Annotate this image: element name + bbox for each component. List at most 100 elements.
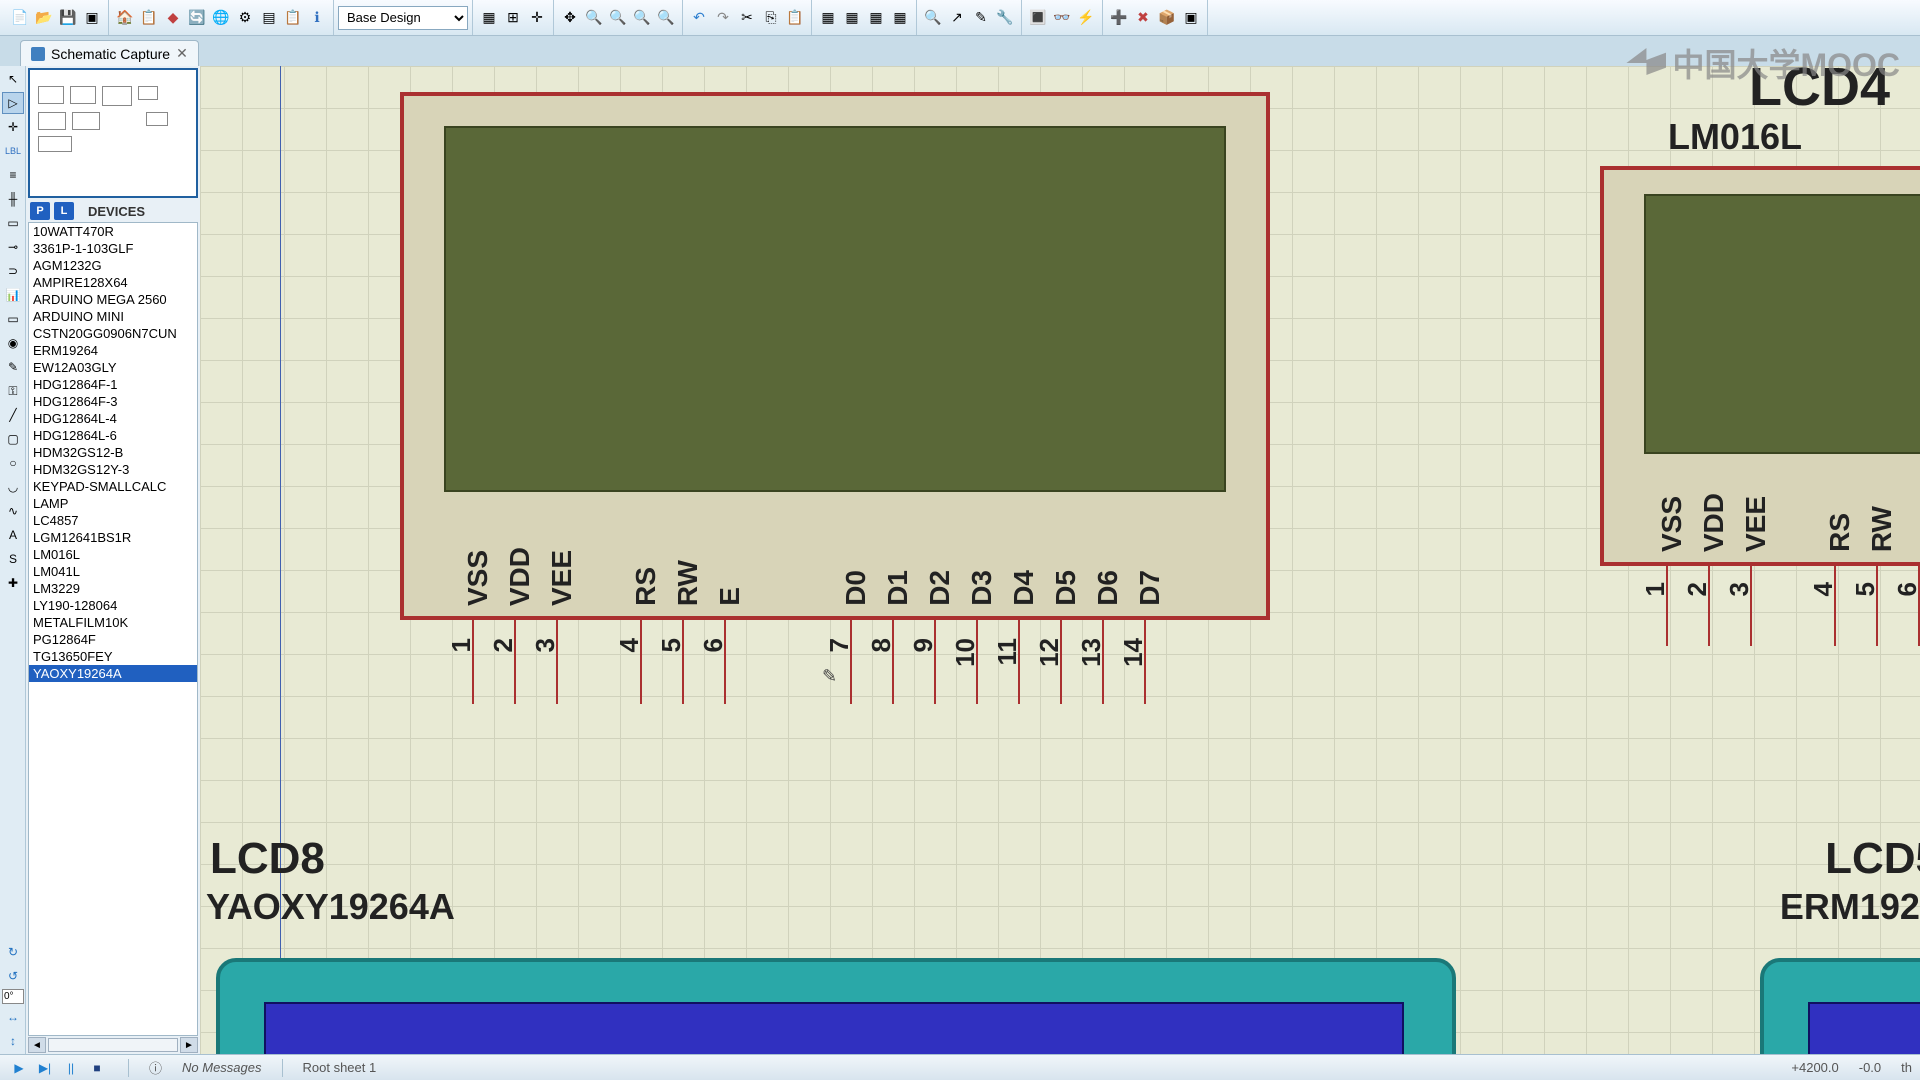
scroll-left-button[interactable]: ◄ xyxy=(28,1037,46,1053)
text-script-button[interactable]: ≡ xyxy=(2,164,24,186)
device-item[interactable]: AGM1232G xyxy=(29,257,197,274)
compile-button[interactable]: ▣ xyxy=(1179,6,1203,30)
device-item[interactable]: 3361P-1-103GLF xyxy=(29,240,197,257)
zoom-area-button[interactable]: 🔍 xyxy=(654,6,678,30)
subcircuit-button[interactable]: ▭ xyxy=(2,212,24,234)
pin-line[interactable] xyxy=(514,620,516,704)
block-delete-button[interactable]: ▦ xyxy=(888,6,912,30)
pin-line[interactable] xyxy=(472,620,474,704)
block-rotate-button[interactable]: ▦ xyxy=(864,6,888,30)
find-button[interactable]: 👓 xyxy=(1050,6,1074,30)
rotate-cw-button[interactable]: ↻ xyxy=(2,941,24,963)
pin-line[interactable] xyxy=(640,620,642,704)
add-part-button[interactable]: ➕ xyxy=(1107,6,1131,30)
device-item[interactable]: 10WATT470R xyxy=(29,223,197,240)
device-item[interactable]: ARDUINO MEGA 2560 xyxy=(29,291,197,308)
libraries-button[interactable]: L xyxy=(54,202,74,220)
device-list[interactable]: 10WATT470R3361P-1-103GLFAGM1232GAMPIRE12… xyxy=(28,222,198,1036)
erc-button[interactable]: ⚡ xyxy=(1074,6,1098,30)
lcd5-reference[interactable]: LCD5 xyxy=(1825,834,1920,884)
block-move-button[interactable]: ▦ xyxy=(840,6,864,30)
package-button[interactable]: 📦 xyxy=(1155,6,1179,30)
pin-line[interactable] xyxy=(724,620,726,704)
lcd-component-main[interactable]: VSSVDDVEERSRWED0D1D2D3D4D5D6D7 123456789… xyxy=(400,92,1270,620)
device-item[interactable]: HDG12864F-3 xyxy=(29,393,197,410)
scroll-right-button[interactable]: ► xyxy=(180,1037,198,1053)
graph-mode-button[interactable]: 📊 xyxy=(2,284,24,306)
device-item[interactable]: HDM32GS12-B xyxy=(29,444,197,461)
device-item[interactable]: METALFILM10K xyxy=(29,614,197,631)
tool3-button[interactable]: ✎ xyxy=(969,6,993,30)
pin-line[interactable] xyxy=(892,620,894,704)
refresh-button[interactable]: 🔄 xyxy=(185,6,209,30)
zoom-fit-button[interactable]: 🔍 xyxy=(630,6,654,30)
lcd4-component[interactable]: VSSVDDVEERSRW 123456 xyxy=(1600,166,1920,566)
lcd4-value[interactable]: LM016L xyxy=(1668,116,1802,158)
device-item[interactable]: PG12864F xyxy=(29,631,197,648)
junction-mode-button[interactable]: ✛ xyxy=(2,116,24,138)
pin-line[interactable] xyxy=(1666,566,1668,646)
device-item[interactable]: LM041L xyxy=(29,563,197,580)
globe-button[interactable]: 🌐 xyxy=(209,6,233,30)
lcd8-component[interactable] xyxy=(216,958,1456,1054)
close-button[interactable]: ▣ xyxy=(80,6,104,30)
home-button[interactable]: 🏠 xyxy=(113,6,137,30)
copy-button[interactable]: ⎘ xyxy=(759,6,783,30)
device-item[interactable]: LAMP xyxy=(29,495,197,512)
undo-button[interactable]: ↶ xyxy=(687,6,711,30)
tool1-button[interactable]: 🔍 xyxy=(921,6,945,30)
component-mode-button[interactable]: ▷ xyxy=(2,92,24,114)
overview-preview[interactable] xyxy=(28,68,198,198)
misc1-button[interactable]: 🔳 xyxy=(1026,6,1050,30)
help-button[interactable]: ℹ xyxy=(305,6,329,30)
pin-line[interactable] xyxy=(1876,566,1878,646)
select-mode-button[interactable]: ↖ xyxy=(2,68,24,90)
design-variant-select[interactable]: Base Design xyxy=(338,6,468,30)
terminal-mode-button[interactable]: ⊸ xyxy=(2,236,24,258)
device-item[interactable]: EW12A03GLY xyxy=(29,359,197,376)
device-item[interactable]: TG13650FEY xyxy=(29,648,197,665)
device-item[interactable]: HDM32GS12Y-3 xyxy=(29,461,197,478)
lcd5-component[interactable] xyxy=(1760,958,1920,1054)
text-button[interactable]: A xyxy=(2,524,24,546)
pin-line[interactable] xyxy=(850,620,852,704)
settings-button[interactable]: ⚙ xyxy=(233,6,257,30)
device-item[interactable]: HDG12864F-1 xyxy=(29,376,197,393)
scroll-track[interactable] xyxy=(48,1038,178,1052)
device-item[interactable]: HDG12864L-6 xyxy=(29,427,197,444)
label-mode-button[interactable]: LBL xyxy=(2,140,24,162)
path-button[interactable]: ∿ xyxy=(2,500,24,522)
cut-button[interactable]: ✂ xyxy=(735,6,759,30)
device-item[interactable]: LY190-128064 xyxy=(29,597,197,614)
pin-line[interactable] xyxy=(556,620,558,704)
device-item[interactable]: KEYPAD-SMALLCALC xyxy=(29,478,197,495)
device-item[interactable]: CSTN20GG0906N7CUN xyxy=(29,325,197,342)
save-button[interactable]: 💾 xyxy=(56,6,80,30)
tool4-button[interactable]: 🔧 xyxy=(993,6,1017,30)
actuator-mode-button[interactable]: ⚿ xyxy=(2,380,24,402)
tool2-button[interactable]: ↗ xyxy=(945,6,969,30)
snap-grid-button[interactable]: ⊞ xyxy=(501,6,525,30)
properties-button[interactable]: 📋 xyxy=(281,6,305,30)
origin-button[interactable]: ✛ xyxy=(525,6,549,30)
symbol-button[interactable]: S xyxy=(2,548,24,570)
redo-button[interactable]: ↷ xyxy=(711,6,735,30)
generator-mode-button[interactable]: ◉ xyxy=(2,332,24,354)
layers-button[interactable]: ▤ xyxy=(257,6,281,30)
device-item[interactable]: AMPIRE128X64 xyxy=(29,274,197,291)
zoom-in-button[interactable]: 🔍 xyxy=(582,6,606,30)
probe-mode-button[interactable]: ✎ xyxy=(2,356,24,378)
bus-mode-button[interactable]: ╫ xyxy=(2,188,24,210)
sim-stop-button[interactable]: ■ xyxy=(86,1059,108,1077)
pin-line[interactable] xyxy=(1750,566,1752,646)
line-button[interactable]: ╱ xyxy=(2,404,24,426)
device-item[interactable]: YAOXY19264A xyxy=(29,665,197,682)
zoom-out-button[interactable]: 🔍 xyxy=(606,6,630,30)
lcd8-value[interactable]: YAOXY19264A xyxy=(206,886,455,928)
pan-button[interactable]: ✥ xyxy=(558,6,582,30)
circle-button[interactable]: ○ xyxy=(2,452,24,474)
rotate-ccw-button[interactable]: ↺ xyxy=(2,965,24,987)
pin-line[interactable] xyxy=(682,620,684,704)
arc-button[interactable]: ◡ xyxy=(2,476,24,498)
device-item[interactable]: LC4857 xyxy=(29,512,197,529)
